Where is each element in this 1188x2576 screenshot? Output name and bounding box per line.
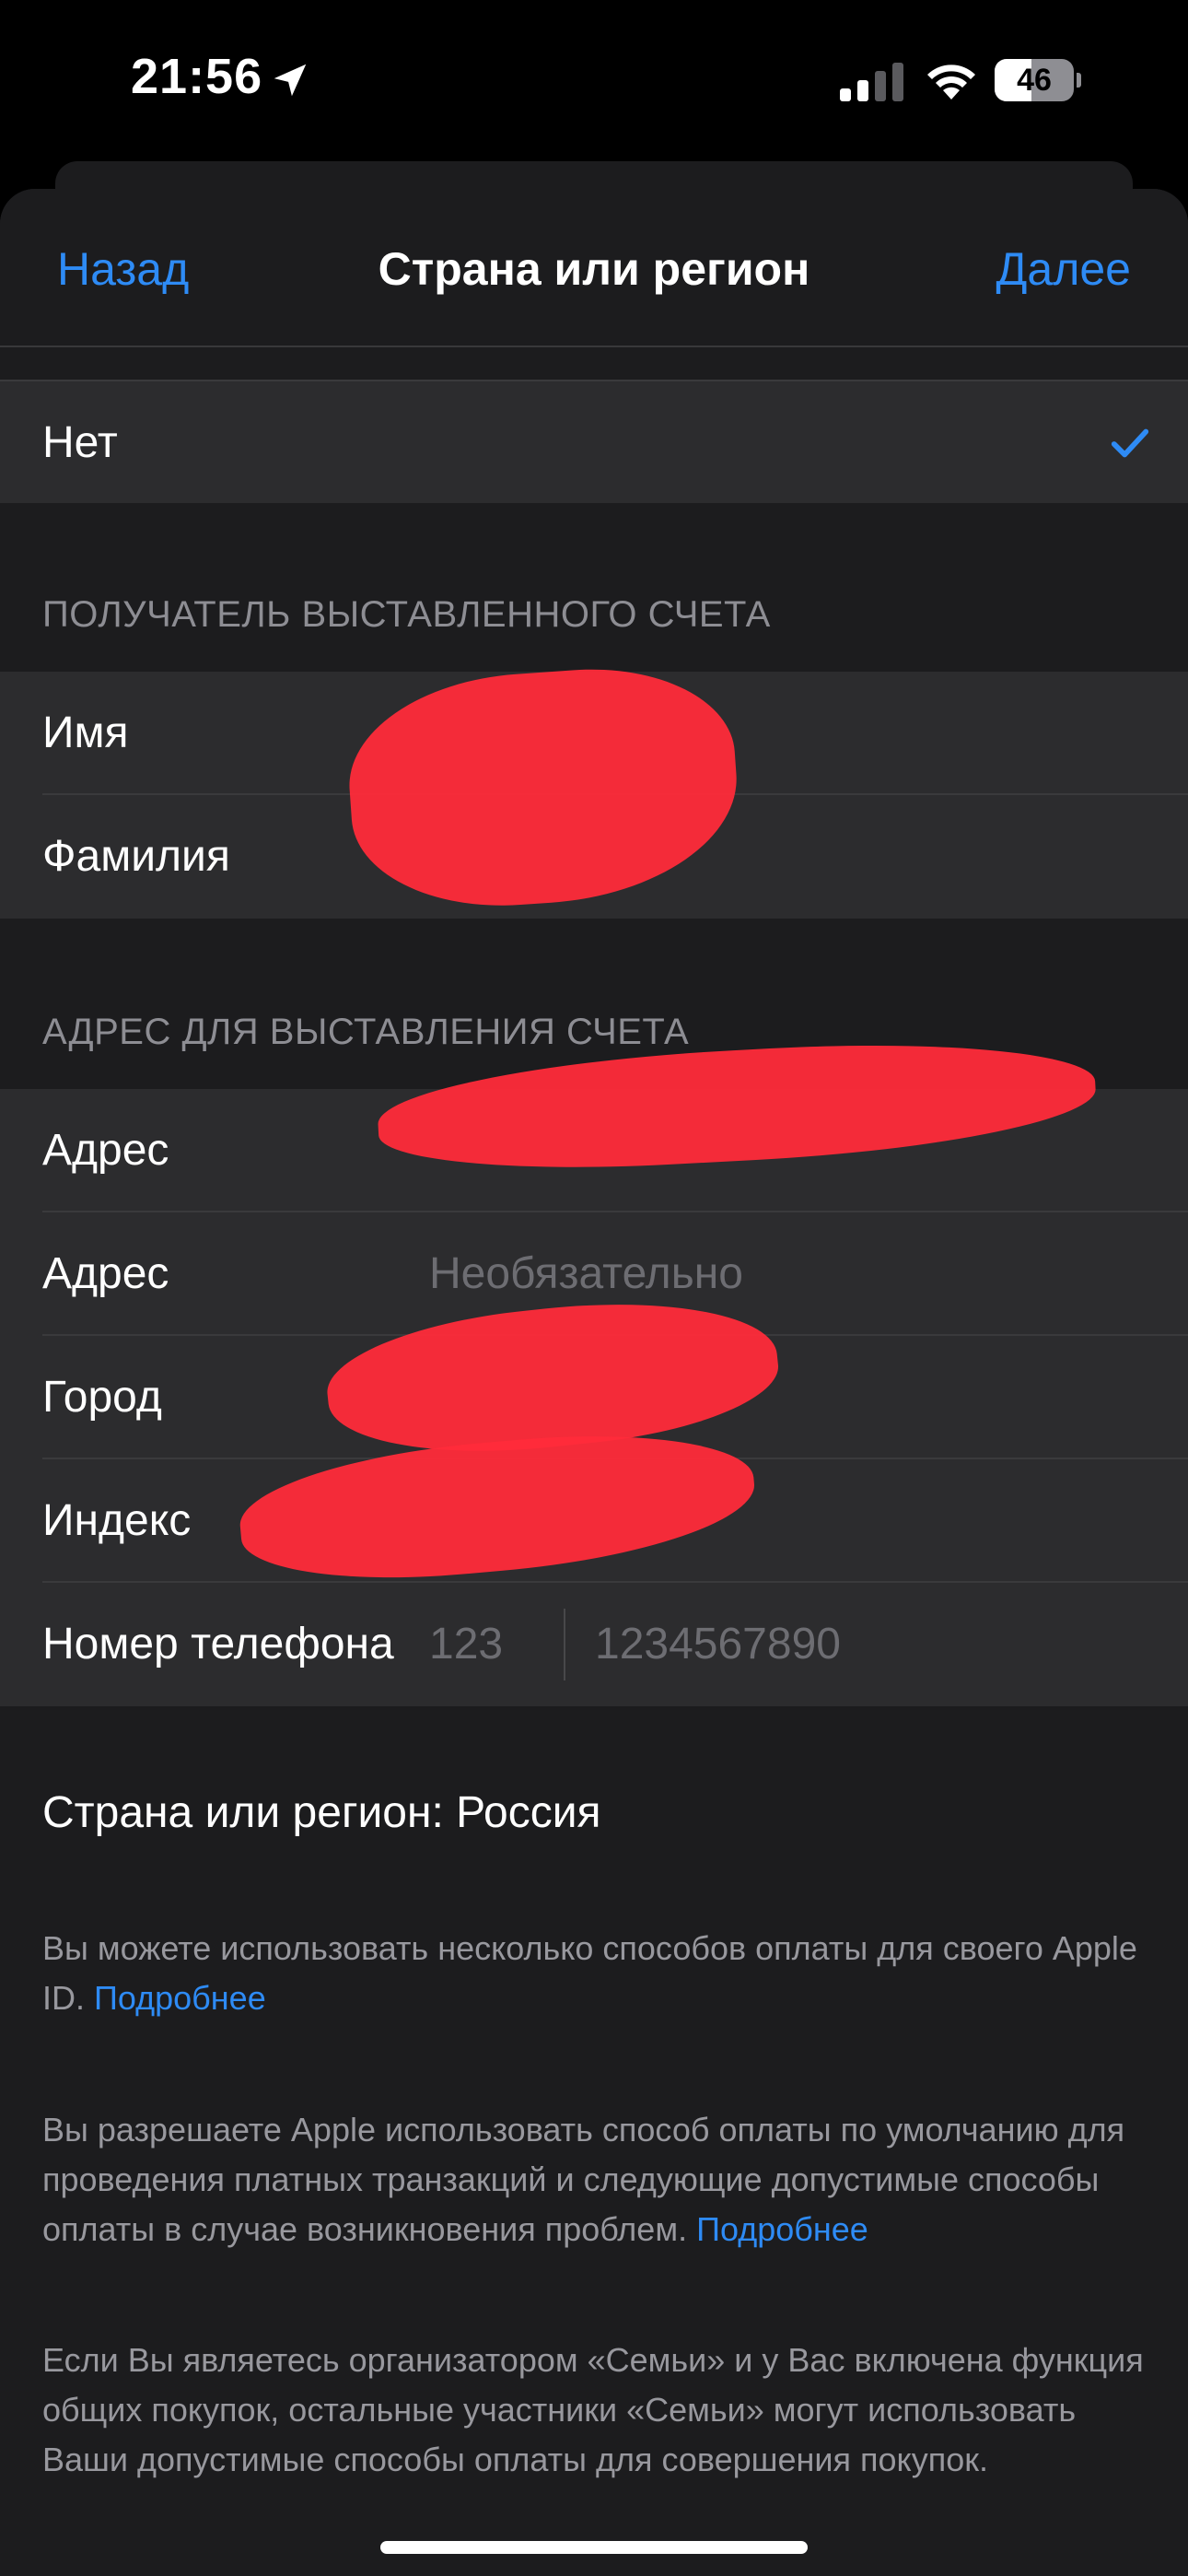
billing-recipient-header: ПОЛУЧАТЕЛЬ ВЫСТАВЛЕННОГО СЧЕТА — [42, 594, 771, 635]
phone-number-input[interactable]: 1234567890 — [595, 1583, 841, 1706]
location-arrow-icon — [274, 64, 307, 97]
status-time: 21:56 — [131, 49, 263, 104]
status-bar: 21:56 46 — [0, 0, 1188, 157]
payment-option-none[interactable]: Нет — [0, 381, 1188, 505]
modal-sheet: Назад Страна или регион Далее Нет ПОЛУЧА… — [0, 189, 1188, 2576]
home-indicator[interactable] — [380, 2541, 808, 2554]
learn-more-link-2[interactable]: Подробнее — [696, 2210, 868, 2248]
battery-body: 46 — [995, 59, 1074, 101]
first-name-label: Имя — [42, 708, 129, 757]
billing-address-header: АДРЕС ДЛЯ ВЫСТАВЛЕНИЯ СЧЕТА — [42, 1012, 690, 1052]
phone-code-input[interactable]: 123 — [429, 1583, 503, 1706]
country-region-summary: Страна или регион: Россия — [42, 1788, 601, 1837]
payment-option-label: Нет — [42, 418, 118, 467]
zip-label: Индекс — [42, 1496, 192, 1545]
nav-divider — [0, 345, 1188, 347]
phone-label: Номер телефона — [42, 1620, 394, 1669]
footer-text-3: Если Вы являетесь организатором «Семьи» … — [42, 2341, 1144, 2478]
battery-level: 46 — [1017, 63, 1052, 98]
city-label: Город — [42, 1373, 162, 1422]
wifi-icon — [927, 64, 975, 100]
footer-paragraph-1: Вы можете использовать несколько способо… — [42, 1924, 1147, 2023]
learn-more-link-1[interactable]: Подробнее — [94, 1979, 266, 2017]
phone-field[interactable]: Номер телефона 123 1234567890 — [0, 1583, 1188, 1706]
phone-divider — [564, 1609, 565, 1680]
cellular-signal-icon — [840, 63, 903, 101]
battery-cap — [1077, 73, 1081, 88]
checkmark-icon — [1111, 428, 1149, 458]
next-button[interactable]: Далее — [996, 242, 1131, 296]
footer-text-2: Вы разрешаете Apple использовать способ … — [42, 2111, 1125, 2248]
last-name-label: Фамилия — [42, 832, 230, 881]
footer-paragraph-2: Вы разрешаете Apple использовать способ … — [42, 2105, 1147, 2254]
navigation-bar: Назад Страна или регион Далее — [0, 189, 1188, 345]
address-line2-label: Адрес — [42, 1249, 169, 1298]
battery-indicator: 46 — [995, 59, 1081, 101]
payment-options-group: Нет — [0, 380, 1188, 503]
address-line1-label: Адрес — [42, 1126, 169, 1175]
footer-paragraph-3: Если Вы являетесь организатором «Семьи» … — [42, 2336, 1147, 2485]
